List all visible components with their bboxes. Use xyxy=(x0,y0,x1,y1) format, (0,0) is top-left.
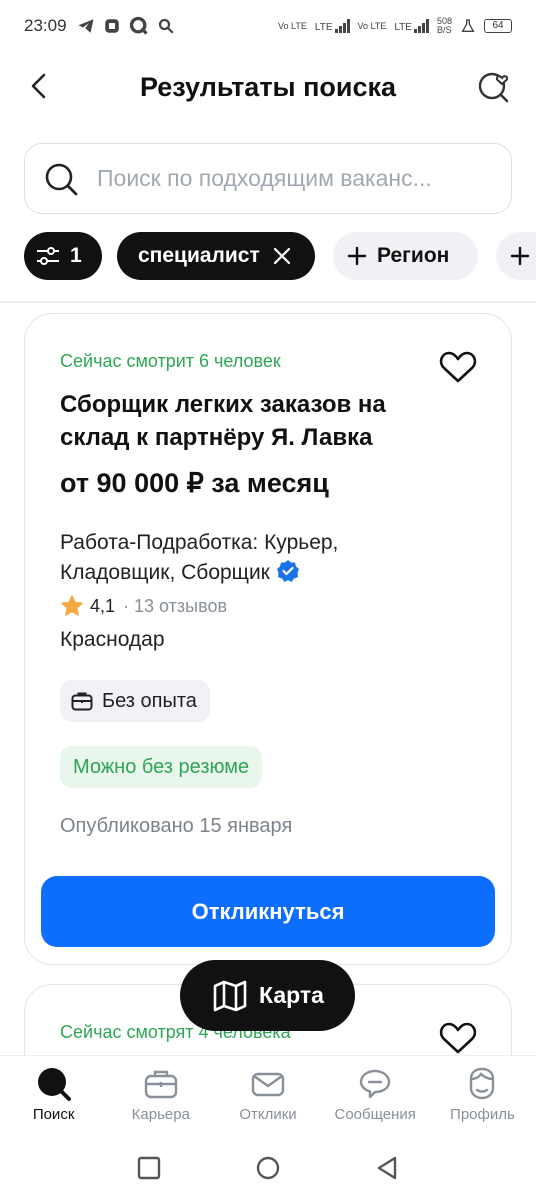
envelope-icon xyxy=(251,1072,285,1097)
lte-label-1: LTE xyxy=(314,22,333,33)
page-title: Результаты поиска xyxy=(139,71,397,102)
tab-label: Поиск xyxy=(32,1106,75,1123)
reviews-count: · 13 отзывов xyxy=(123,595,228,616)
q-app-icon xyxy=(129,16,148,35)
telegram-icon xyxy=(78,19,94,33)
profile-icon xyxy=(470,1067,495,1100)
lte-label-2: LTE xyxy=(394,22,412,33)
verified-badge-icon xyxy=(276,560,299,582)
flask-icon xyxy=(461,19,475,32)
network-speed: 508 B/S xyxy=(437,17,452,35)
briefcase-icon xyxy=(144,1070,177,1099)
volte-indicator-1: Vo LTE xyxy=(278,20,307,31)
network-speed-unit: B/S xyxy=(436,25,452,35)
vacancy-city: Краснодар xyxy=(60,628,165,651)
back-arrow-icon[interactable] xyxy=(24,70,56,102)
viewers-count: Сейчас смотрит 6 человек xyxy=(60,351,281,371)
tab-responses[interactable]: Отклики xyxy=(214,1056,321,1135)
plus-icon xyxy=(510,246,530,266)
company-rating: 4,1 · 13 отзывов xyxy=(60,594,227,618)
tab-search[interactable]: Поиск xyxy=(0,1056,107,1135)
tab-career[interactable]: Карьера xyxy=(107,1056,214,1135)
heart-icon[interactable] xyxy=(439,350,477,384)
rating-value: 4,1 xyxy=(90,595,116,616)
filter-chips: 1 специалист Регион xyxy=(24,232,536,280)
sliders-icon xyxy=(37,247,59,265)
heart-icon[interactable] xyxy=(439,1021,477,1055)
experience-badge: Без опыта xyxy=(60,680,210,722)
tab-label: Сообщения xyxy=(334,1106,416,1123)
saved-searches-icon[interactable] xyxy=(474,66,514,106)
map-icon xyxy=(213,980,247,1011)
signal-2: LTE xyxy=(394,19,429,33)
divider xyxy=(0,301,536,303)
search-placeholder: Поиск по подходящим ваканс... xyxy=(97,165,432,191)
map-button-label: Карта xyxy=(259,982,324,1008)
app-icon xyxy=(104,19,119,33)
more-filter-chip[interactable] xyxy=(496,232,536,280)
plus-icon xyxy=(347,246,367,266)
chat-icon xyxy=(360,1069,391,1099)
system-navigation-bar xyxy=(0,1135,536,1200)
briefcase-icon xyxy=(71,692,93,711)
vacancy-salary: от 90 000 ₽ за месяц xyxy=(60,468,329,498)
map-button[interactable]: Карта xyxy=(180,960,355,1031)
region-chip-label: Регион xyxy=(377,244,450,267)
tab-label: Отклики xyxy=(239,1106,297,1123)
home-icon[interactable] xyxy=(254,1154,282,1182)
recent-apps-icon[interactable] xyxy=(135,1154,163,1182)
search-icon xyxy=(45,163,78,195)
battery-icon: 64 xyxy=(484,19,512,33)
volte-indicator-2: Vo LTE xyxy=(357,20,387,31)
filters-chip[interactable]: 1 xyxy=(24,232,102,280)
filters-count: 1 xyxy=(70,244,82,267)
query-chip[interactable]: специалист xyxy=(117,232,315,280)
tab-label: Карьера xyxy=(131,1106,190,1123)
tab-label: Профиль xyxy=(450,1106,515,1123)
back-icon[interactable] xyxy=(373,1154,401,1182)
bottom-tab-bar: Поиск Карьера Отклики Сообщения Профиль xyxy=(0,1055,536,1135)
tab-messages[interactable]: Сообщения xyxy=(322,1056,429,1135)
notification-icons xyxy=(77,16,175,36)
company-name: Работа-Подработка: Курьер, Кладовщик, Сб… xyxy=(60,528,440,588)
status-bar: 23:09 Vo LTE LTE Vo LTE LTE 508 B/S 64 xyxy=(0,0,536,52)
vacancy-title[interactable]: Сборщик легких заказов на склад к партнё… xyxy=(60,388,440,454)
search-icon xyxy=(37,1068,71,1101)
system-status-icons: Vo LTE LTE Vo LTE LTE 508 B/S 64 xyxy=(278,17,512,35)
region-chip[interactable]: Регион xyxy=(333,232,478,280)
star-icon xyxy=(61,595,83,616)
search-notification-icon xyxy=(158,18,174,34)
query-chip-label: специалист xyxy=(138,244,260,267)
no-resume-badge: Можно без резюме xyxy=(60,746,263,788)
signal-bars-icon xyxy=(413,19,429,33)
signal-1: LTE xyxy=(315,19,350,33)
close-icon[interactable] xyxy=(272,246,292,266)
apply-button[interactable]: Откликнуться xyxy=(41,876,495,947)
published-date: Опубликовано 15 января xyxy=(60,815,293,837)
signal-bars-icon xyxy=(334,19,350,33)
app-header: Результаты поиска xyxy=(0,52,536,122)
tab-profile[interactable]: Профиль xyxy=(429,1056,536,1135)
vacancy-card[interactable]: Сейчас смотрит 6 человек Сборщик легких … xyxy=(24,313,512,965)
experience-label: Без опыта xyxy=(102,689,197,712)
status-time: 23:09 xyxy=(24,16,67,35)
search-input[interactable]: Поиск по подходящим ваканс... xyxy=(24,143,512,214)
